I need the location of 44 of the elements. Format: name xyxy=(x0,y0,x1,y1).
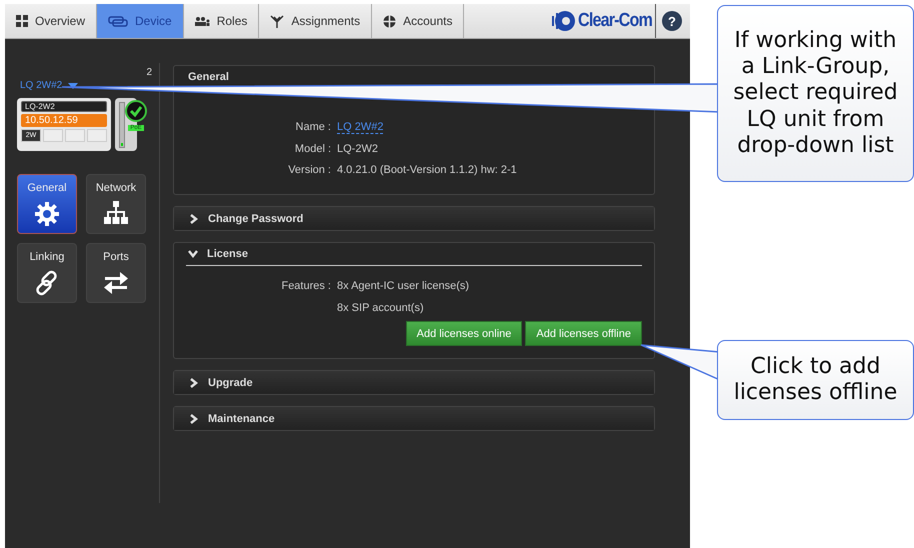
device-icon xyxy=(108,16,128,26)
field-value: 4.0.21.0 (Boot-Version 1.1.2) hw: 2-1 xyxy=(337,164,517,176)
chevron-right-icon xyxy=(189,214,199,224)
nav-tile[interactable]: Ports xyxy=(86,243,146,303)
help-button[interactable]: ? xyxy=(662,11,682,31)
field-value: 8x SIP account(s) xyxy=(337,302,424,314)
callout: Click to add licenses offline xyxy=(717,340,914,420)
chevron-right-icon xyxy=(189,414,199,424)
tab[interactable]: Assignments xyxy=(259,4,372,38)
gear-icon xyxy=(34,201,60,227)
section-header[interactable]: Maintenance xyxy=(174,407,654,430)
globe-icon xyxy=(383,14,396,28)
section-header[interactable]: Upgrade xyxy=(174,371,654,394)
swap-arrows-icon xyxy=(103,270,129,296)
section-header[interactable]: License xyxy=(186,243,642,266)
nav-tile[interactable]: Linking xyxy=(17,243,77,303)
device-count: 2 xyxy=(146,67,152,78)
grid-icon xyxy=(16,15,28,27)
tab[interactable]: Accounts xyxy=(372,4,464,38)
field-label: Features : xyxy=(280,280,331,292)
logo-mark-icon xyxy=(552,10,576,32)
people-icon xyxy=(194,16,210,26)
meter-track xyxy=(119,102,125,148)
field-value: 8x Agent-IC user license(s) xyxy=(337,280,470,292)
antenna-icon xyxy=(270,14,284,28)
field-label: Model : xyxy=(294,143,331,155)
device-name: LQ-2W2 xyxy=(21,101,107,112)
field-label: Version : xyxy=(287,164,331,176)
name-link[interactable]: LQ 2W#2 xyxy=(337,121,384,134)
field-value: LQ-2W2 xyxy=(337,143,378,155)
logo-text: Clear-Com xyxy=(578,10,652,32)
tab[interactable]: Roles xyxy=(184,4,260,38)
field-label: Name : xyxy=(294,121,331,134)
chevron-right-icon xyxy=(189,378,199,388)
port-slot xyxy=(65,129,85,142)
nav-tile[interactable]: General xyxy=(17,174,77,234)
section-header[interactable]: Change Password xyxy=(174,207,654,230)
port-slot xyxy=(43,129,63,142)
nav-tile[interactable]: Network xyxy=(86,174,146,234)
device-ip: 10.50.12.59 xyxy=(21,114,107,127)
port-slot xyxy=(87,129,107,142)
chevron-down-icon xyxy=(188,249,198,259)
callout: If working with a Link-Group, select required LQ unit from drop-down list xyxy=(717,5,914,182)
network-icon xyxy=(103,201,129,227)
